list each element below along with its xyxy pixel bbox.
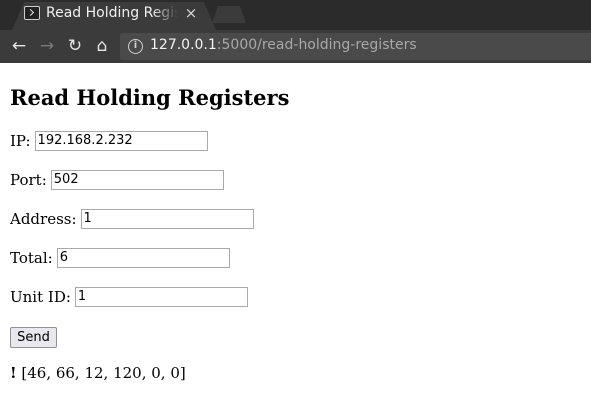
address-label: Address: — [10, 209, 77, 228]
port-label: Port: — [10, 170, 47, 189]
result-values: [46, 66, 12, 120, 0, 0] — [21, 364, 186, 382]
total-input[interactable] — [56, 247, 230, 268]
page-title: Read Holding Registers — [10, 85, 290, 110]
url-text[interactable]: 127.0.0.1:5000/read-holding-registers — [150, 37, 417, 53]
url-host: 127.0.0.1 — [150, 37, 217, 53]
ip-label: IP: — [10, 131, 31, 150]
terminal-favicon-icon — [24, 6, 40, 20]
page-content: Read Holding Registers IP: Port: Address… — [0, 63, 591, 415]
browser-toolbar: ← → ↻ ⌂ i 127.0.0.1:5000/read-holding-re… — [0, 30, 591, 63]
total-label: Total: — [10, 248, 53, 267]
total-row: Total: — [10, 247, 230, 269]
result-output: ! [46, 66, 12, 120, 0, 0] — [10, 364, 186, 382]
unit-id-label: Unit ID: — [10, 287, 71, 306]
address-row: Address: — [10, 208, 254, 230]
forward-arrow-icon[interactable]: → — [36, 35, 58, 57]
address-bar[interactable]: i 127.0.0.1:5000/read-holding-registers — [120, 33, 591, 60]
reload-icon[interactable]: ↻ — [64, 35, 86, 57]
send-button[interactable]: Send — [10, 327, 57, 348]
browser-tab-strip: Read Holding Regis × — [0, 0, 591, 30]
site-info-icon[interactable]: i — [128, 39, 143, 54]
url-path: :5000/read-holding-registers — [216, 37, 417, 53]
result-marker: ! — [10, 364, 17, 382]
port-row: Port: — [10, 169, 224, 191]
address-input[interactable] — [80, 208, 254, 229]
new-tab-button[interactable] — [212, 6, 246, 23]
tab-close-icon[interactable]: × — [183, 4, 199, 22]
home-icon[interactable]: ⌂ — [91, 35, 113, 57]
port-input[interactable] — [50, 169, 224, 190]
tab-title[interactable]: Read Holding Regis — [46, 5, 178, 21]
unit-id-row: Unit ID: — [10, 286, 248, 308]
back-arrow-icon[interactable]: ← — [8, 35, 30, 57]
unit-id-input[interactable] — [74, 286, 248, 307]
ip-row: IP: — [10, 130, 208, 152]
ip-input[interactable] — [34, 130, 208, 151]
